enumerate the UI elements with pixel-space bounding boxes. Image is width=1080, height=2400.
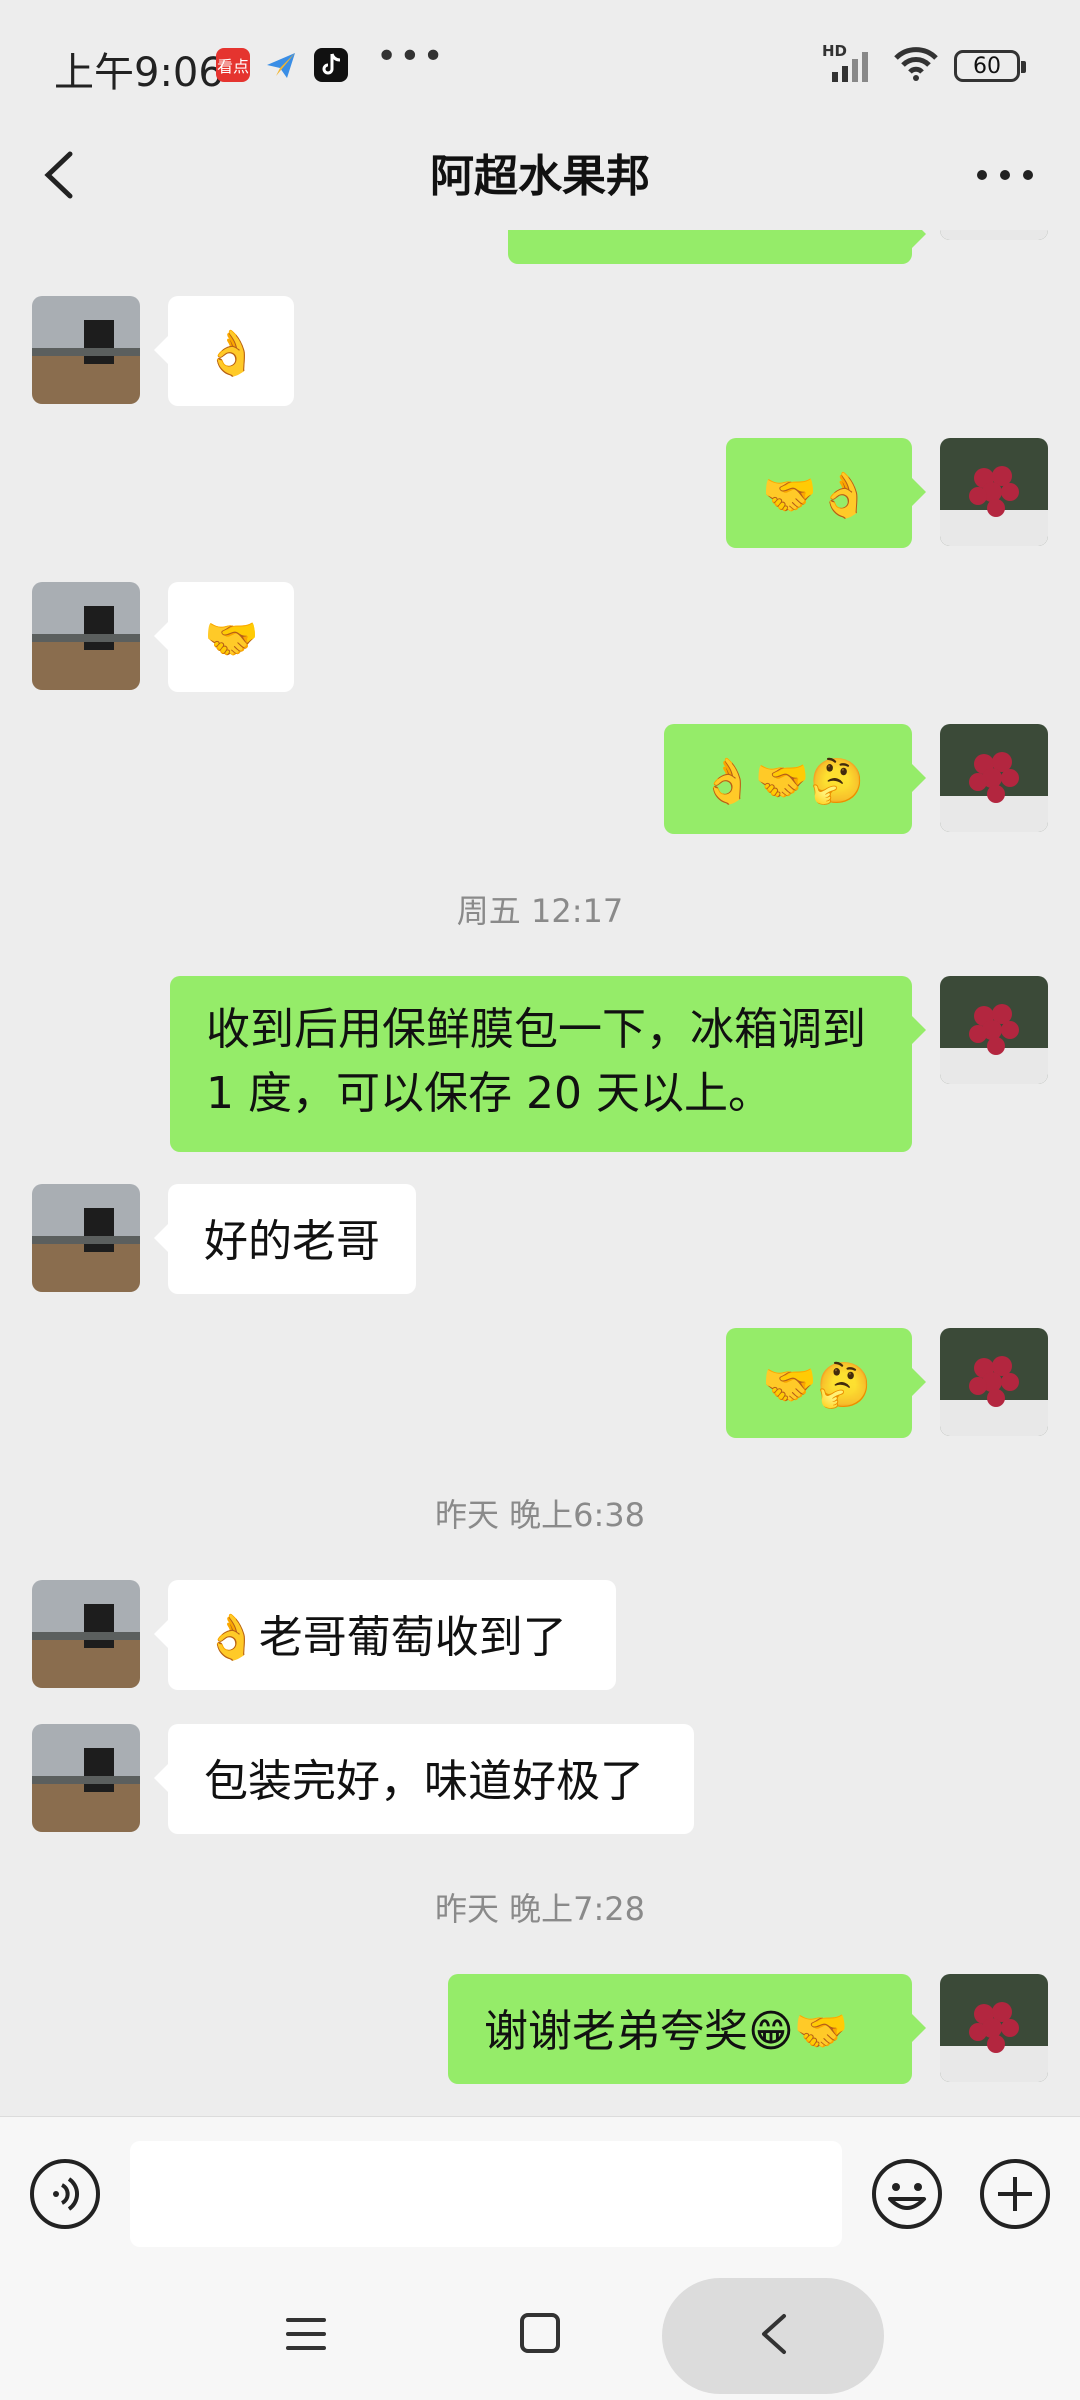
message-bubble[interactable]: 谢谢老弟夸奖😁🤝 — [448, 1974, 926, 2084]
message-row: 收到后用保鲜膜包一下，冰箱调到 1 度，可以保存 20 天以上。 — [0, 976, 1080, 1152]
message-bubble[interactable]: 👌 — [154, 296, 294, 406]
more-options-icon[interactable] — [970, 150, 1040, 200]
user-avatar[interactable] — [940, 724, 1048, 832]
message-bubble[interactable]: 🤝👌 — [726, 438, 926, 548]
news-app-icon: 看点 — [216, 48, 250, 82]
message-row: 好的老哥 — [0, 1184, 1080, 1294]
message-bubble-partial[interactable] — [508, 230, 926, 264]
message-input[interactable] — [130, 2141, 842, 2247]
message-row: 🤝👌 — [0, 438, 1080, 548]
message-row: 谢谢老弟夸奖😁🤝 — [0, 1974, 1080, 2084]
timestamp: 昨天 晚上7:28 — [434, 1890, 646, 1928]
wifi-icon — [892, 44, 940, 88]
user-avatar[interactable] — [940, 438, 1048, 546]
user-avatar[interactable] — [940, 230, 1048, 240]
home-icon[interactable] — [516, 2308, 564, 2358]
menu-icon[interactable] — [282, 2310, 330, 2358]
plane-app-icon — [264, 48, 298, 82]
contact-avatar[interactable] — [32, 1724, 140, 1832]
message-bubble[interactable]: 收到后用保鲜膜包一下，冰箱调到 1 度，可以保存 20 天以上。 — [170, 976, 926, 1152]
status-time: 上午9:06 — [54, 50, 224, 96]
message-bubble[interactable]: 🤝 — [154, 582, 294, 692]
chat-header: 阿超水果邦 — [0, 120, 1080, 230]
message-row-partial — [0, 230, 1080, 264]
message-row: 🤝 — [0, 582, 1080, 692]
chat-title: 阿超水果邦 — [430, 151, 650, 202]
contact-avatar[interactable] — [32, 296, 140, 404]
battery-indicator: 60 — [954, 50, 1026, 82]
notification-more-icon: ••• — [376, 36, 446, 77]
message-list[interactable]: 👌 🤝👌 🤝 👌🤝🤔 周五 12:17 收到后用保鲜膜包一下，冰箱调到 1 度，… — [0, 230, 1080, 2116]
timestamp: 周五 12:17 — [456, 892, 624, 930]
plus-icon[interactable] — [978, 2157, 1052, 2231]
voice-icon[interactable] — [28, 2157, 102, 2231]
message-bubble[interactable]: 👌🤝🤔 — [664, 724, 926, 834]
message-row: 🤝🤔 — [0, 1328, 1080, 1438]
message-bubble[interactable]: 👌老哥葡萄收到了 — [154, 1580, 616, 1690]
emoji-icon[interactable] — [870, 2157, 944, 2231]
input-bar — [0, 2116, 1080, 2272]
contact-avatar[interactable] — [32, 582, 140, 690]
message-bubble[interactable]: 包装完好，味道好极了 — [154, 1724, 694, 1834]
message-bubble[interactable]: 好的老哥 — [154, 1184, 416, 1294]
status-bar: 上午9:06 看点 ••• HD 60 — [0, 0, 1080, 130]
message-row: 👌老哥葡萄收到了 — [0, 1580, 1080, 1690]
message-row: 👌🤝🤔 — [0, 724, 1080, 834]
contact-avatar[interactable] — [32, 1184, 140, 1292]
tiktok-app-icon — [314, 48, 348, 82]
timestamp: 昨天 晚上6:38 — [434, 1496, 646, 1534]
message-row: 包装完好，味道好极了 — [0, 1724, 1080, 1834]
system-nav-bar — [0, 2272, 1080, 2400]
user-avatar[interactable] — [940, 976, 1048, 1084]
user-avatar[interactable] — [940, 1328, 1048, 1436]
message-row: 👌 — [0, 296, 1080, 406]
user-avatar[interactable] — [940, 1974, 1048, 2082]
contact-avatar[interactable] — [32, 1580, 140, 1688]
message-bubble[interactable]: 🤝🤔 — [726, 1328, 926, 1438]
status-indicators: HD 60 — [822, 42, 1026, 88]
back-icon[interactable] — [750, 2306, 798, 2362]
signal-icon: HD — [822, 42, 878, 86]
